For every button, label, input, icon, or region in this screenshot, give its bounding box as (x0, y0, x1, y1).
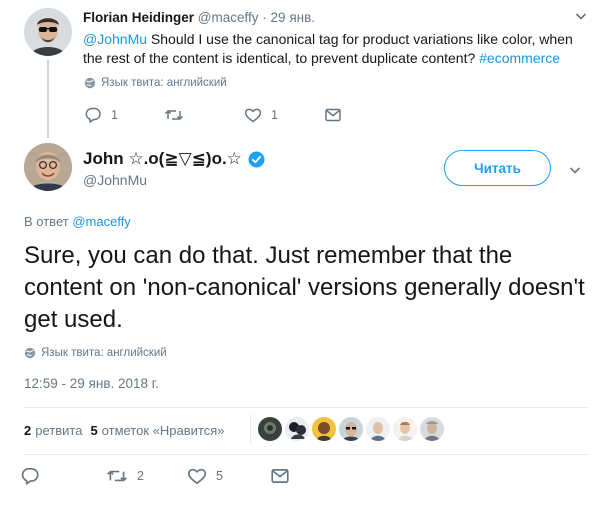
mention-link[interactable]: @JohnMu (83, 31, 147, 47)
tweet-language: Язык твита: английский (24, 347, 167, 359)
tweet-text: Sure, you can do that. Just remember tha… (24, 242, 585, 333)
liker-avatar[interactable] (420, 417, 444, 441)
retweets-count: 2 (24, 423, 32, 438)
chevron-down-icon[interactable] (575, 10, 587, 22)
author-name-row: John ☆.o(≧▽≦)o.☆ (83, 149, 265, 169)
language-label: Язык твита: английский (101, 77, 227, 89)
tweet-time[interactable]: 29 янв. (271, 10, 315, 25)
retweet-icon (164, 106, 184, 124)
liker-avatars (258, 417, 444, 441)
divider (24, 454, 589, 455)
liker-avatar[interactable] (285, 417, 309, 441)
tweet-actions: 1 1 (84, 106, 354, 126)
retweets-label: ретвита (35, 423, 83, 438)
reply-to-link[interactable]: @maceffy (72, 214, 130, 229)
avatar[interactable] (24, 8, 72, 56)
verified-badge-icon (248, 151, 265, 168)
reply-icon (20, 466, 40, 486)
message-button[interactable] (270, 466, 299, 486)
tweet-text: @JohnMu Should I use the canonical tag f… (83, 30, 583, 68)
like-icon (244, 106, 262, 124)
retweet-button[interactable] (164, 106, 193, 124)
retweet-icon (106, 466, 128, 486)
tweet-language: Язык твита: английский (84, 77, 227, 89)
retweet-button[interactable]: 2 (106, 466, 144, 486)
likes-label: отметок «Нравится» (101, 423, 225, 438)
tweet-header: Florian Heidinger @maceffy · 29 янв. (83, 10, 315, 25)
author-handle[interactable]: @maceffy (198, 10, 259, 25)
liker-avatar[interactable] (312, 417, 336, 441)
message-icon (324, 106, 342, 124)
author-handle[interactable]: @JohnMu (83, 172, 147, 188)
reply-context: В ответ @maceffy (24, 214, 131, 229)
author-name[interactable]: Florian Heidinger (83, 10, 194, 25)
tweet-timestamp[interactable]: 12:59 - 29 янв. 2018 г. (24, 376, 159, 391)
likes-stat[interactable]: 5 отметок «Нравится» (90, 423, 224, 438)
stats-separator (250, 414, 251, 444)
avatar[interactable] (24, 143, 72, 191)
reply-icon (84, 106, 102, 124)
globe-icon (84, 77, 96, 89)
liker-avatar[interactable] (393, 417, 417, 441)
likes-count: 5 (90, 423, 98, 438)
follow-button[interactable]: Читать (444, 150, 551, 186)
reply-button[interactable]: 1 (84, 106, 118, 124)
like-count: 1 (271, 108, 278, 122)
tweet-stats: 2 ретвита 5 отметок «Нравится» (24, 423, 232, 438)
like-icon (187, 466, 207, 486)
divider (24, 407, 589, 408)
language-label: Язык твита: английский (41, 347, 167, 359)
reply-count: 1 (111, 108, 118, 122)
separator-dot: · (262, 10, 267, 25)
message-icon (270, 466, 290, 486)
chevron-down-icon[interactable] (569, 164, 581, 176)
liker-avatar[interactable] (258, 417, 282, 441)
retweet-count: 2 (137, 469, 144, 483)
like-button[interactable]: 5 (187, 466, 223, 486)
reply-button[interactable] (20, 466, 49, 486)
message-button[interactable] (324, 106, 351, 124)
globe-icon (24, 347, 36, 359)
retweets-stat[interactable]: 2 ретвита (24, 423, 82, 438)
liker-avatar[interactable] (366, 417, 390, 441)
liker-avatar[interactable] (339, 417, 363, 441)
like-button[interactable]: 1 (244, 106, 278, 124)
like-count: 5 (216, 469, 223, 483)
hashtag-link[interactable]: #ecommerce (479, 50, 560, 66)
reply-prefix: В ответ (24, 214, 69, 229)
parent-tweet: Florian Heidinger @maceffy · 29 янв. @Jo… (0, 0, 613, 140)
author-name[interactable]: John ☆.o(≧▽≦)o.☆ (83, 149, 242, 169)
tweet-actions: 2 5 (20, 466, 290, 488)
